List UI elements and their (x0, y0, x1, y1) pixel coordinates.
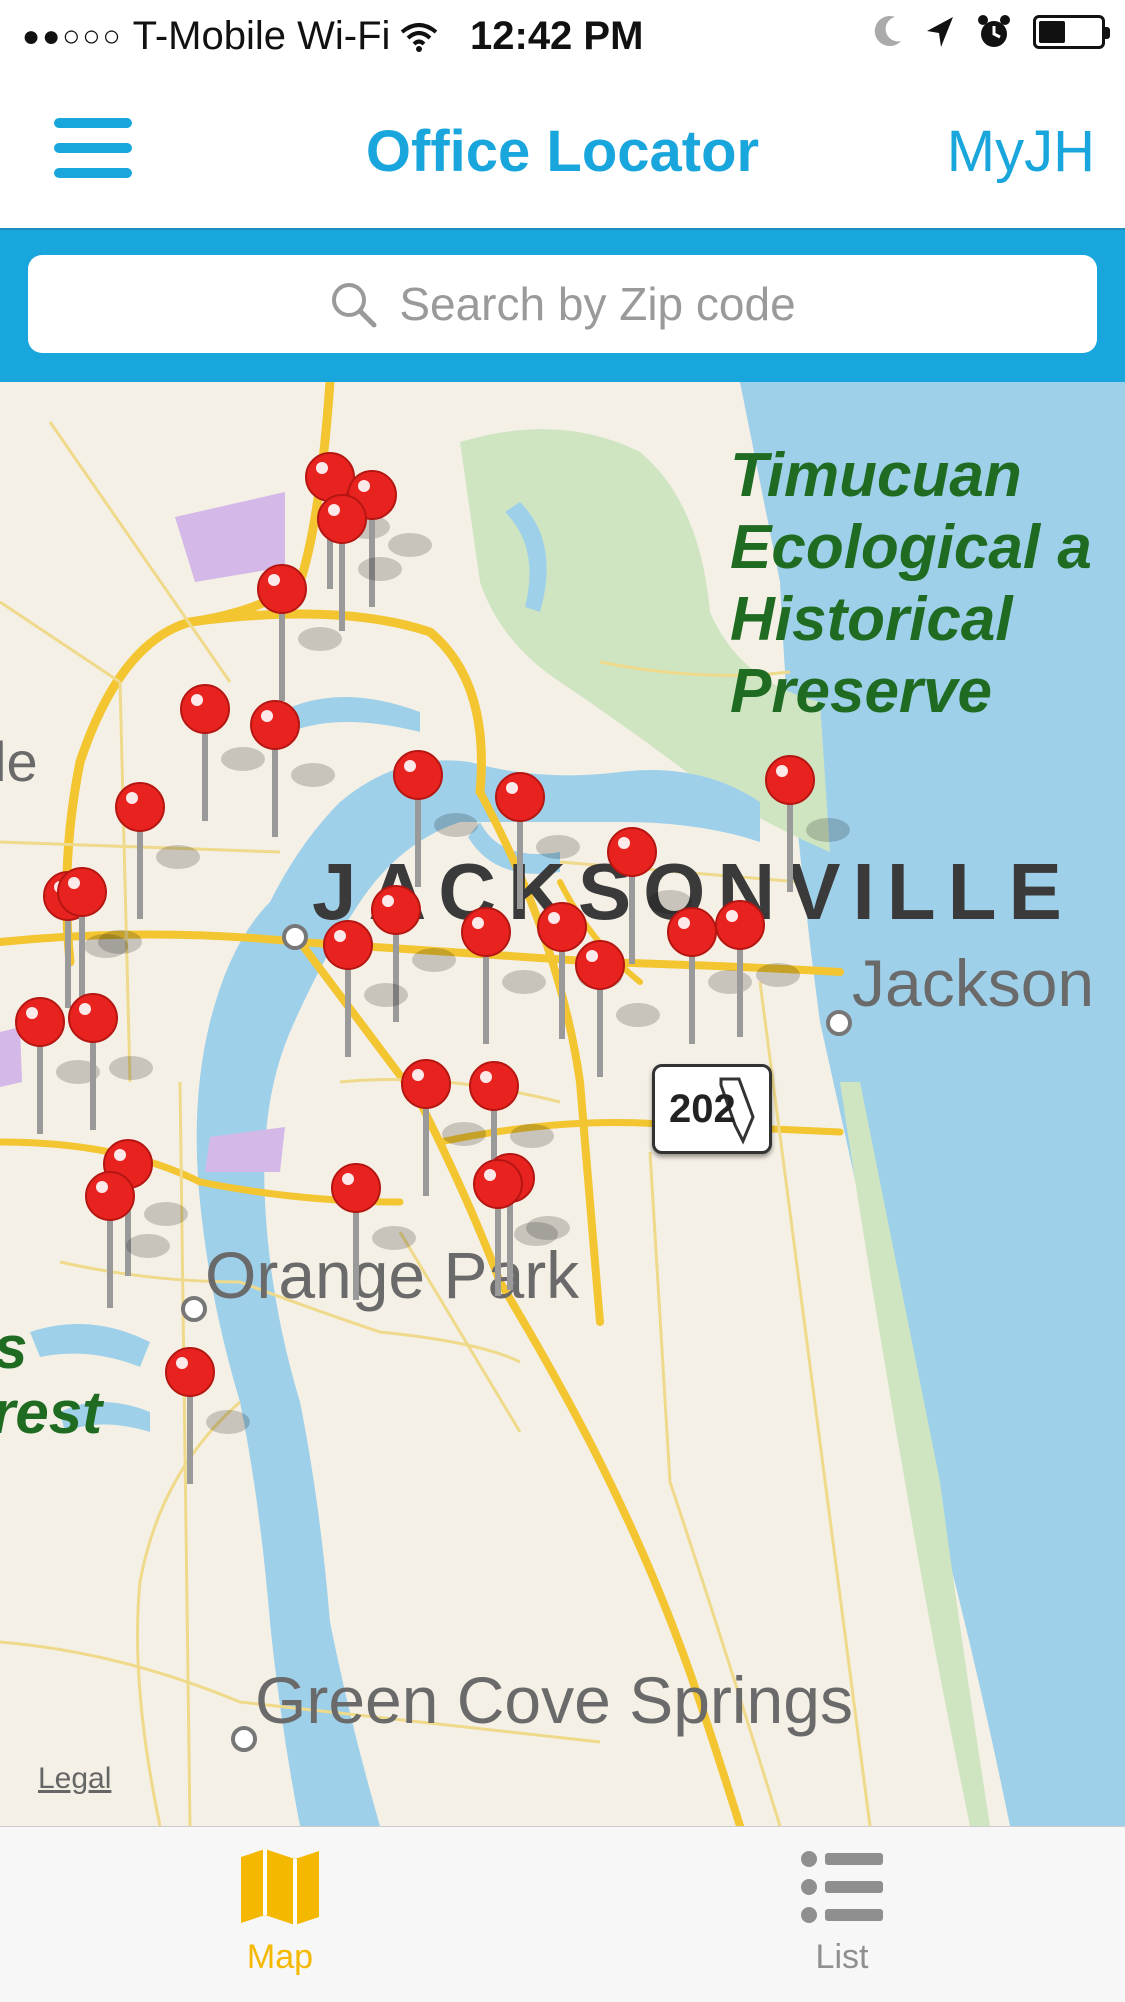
office-pins-layer (15, 452, 850, 1484)
map-icon (241, 1849, 319, 1925)
do-not-disturb-moon-icon (874, 16, 901, 47)
tab-bar: Map List (0, 1826, 1125, 2002)
office-pin[interactable] (765, 755, 850, 892)
office-pin[interactable] (165, 1347, 250, 1484)
search-placeholder: Search by Zip code (399, 278, 796, 330)
office-pin[interactable] (495, 772, 580, 909)
search-icon (332, 283, 377, 328)
nav-bar: Office Locator MyJH (0, 78, 1125, 230)
office-pin[interactable] (575, 940, 660, 1077)
office-pin[interactable] (331, 1163, 416, 1300)
office-pin[interactable] (715, 900, 800, 1037)
wifi-icon (401, 22, 438, 52)
battery-icon (1033, 15, 1110, 49)
zip-search-input[interactable]: Search by Zip code (28, 255, 1097, 353)
status-bar: ●●○○○ T-Mobile Wi-Fi 12:42 PM (0, 0, 1125, 78)
alarm-clock-icon (978, 15, 1010, 47)
tab-list-label: List (815, 1938, 869, 1976)
legal-link[interactable]: Legal (38, 1762, 111, 1796)
tab-map[interactable]: Map (180, 1847, 380, 1977)
myjh-button[interactable]: MyJH (947, 118, 1095, 185)
office-pin[interactable] (347, 470, 432, 607)
search-bar: Search by Zip code (0, 230, 1125, 382)
status-right (873, 14, 1110, 50)
signal-strength-icon: ●●○○○ (22, 19, 123, 53)
clock: 12:42 PM (470, 14, 644, 58)
tab-map-label: Map (246, 1938, 314, 1976)
office-pin[interactable] (461, 907, 546, 1044)
office-pin[interactable] (393, 750, 478, 887)
office-pin[interactable] (250, 700, 335, 837)
status-left: ●●○○○ T-Mobile Wi-Fi (22, 14, 438, 59)
list-icon (801, 1851, 883, 1923)
tab-list[interactable]: List (742, 1847, 942, 1977)
location-arrow-icon (927, 17, 953, 47)
carrier-label: T-Mobile Wi-Fi (132, 14, 391, 58)
office-pin[interactable] (115, 782, 200, 919)
map-view[interactable]: Timucuan Ecological a Historical Preserv… (0, 382, 1125, 1826)
office-pin[interactable] (180, 684, 265, 821)
office-pin[interactable] (473, 1159, 558, 1296)
